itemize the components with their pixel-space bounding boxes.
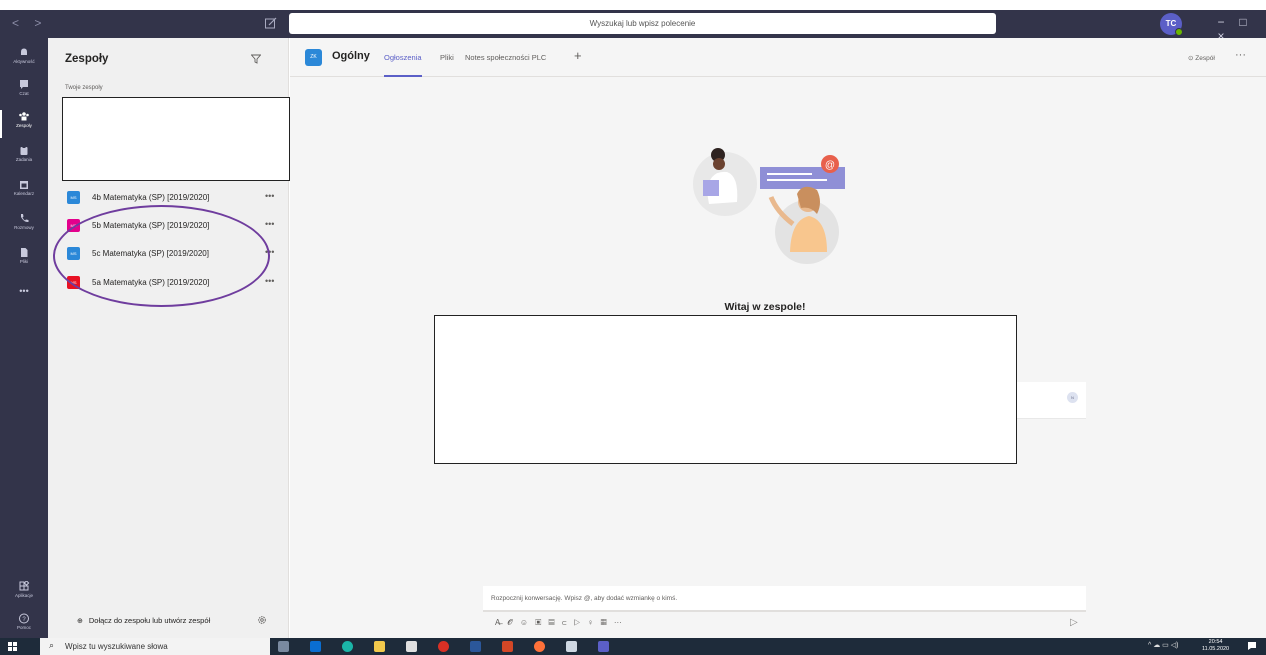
- channel-content: @ Witaj w zespole! N Rozpocznij konwersa…: [290, 77, 1266, 638]
- bell-icon: [21, 48, 27, 56]
- clock-time: 20:54: [1208, 639, 1223, 645]
- join-label: Dołącz do zespołu lub utwórz zespół: [88, 616, 211, 625]
- rail-label: Aktywność: [13, 59, 35, 64]
- rail-label: Kalendarz: [13, 191, 35, 196]
- tab-posts[interactable]: Ogłoszenia: [384, 53, 422, 77]
- calendar-icon: [20, 181, 28, 189]
- channel-more-button[interactable]: ···: [1235, 49, 1246, 61]
- assignments-icon: [20, 146, 28, 155]
- add-tab-button[interactable]: +: [574, 48, 582, 63]
- apps-icon: [19, 581, 30, 591]
- system-tray[interactable]: ^ ☁ ▭ ◁): [1148, 641, 1178, 649]
- rail-label: Aplikacje: [14, 593, 33, 598]
- maximize-button[interactable]: □: [1232, 15, 1254, 29]
- taskbar-search-placeholder: Wpisz tu wyszukiwane słowa: [65, 642, 168, 651]
- search-icon: ⌕: [49, 640, 55, 650]
- phone-icon: [21, 214, 29, 223]
- task-view-icon[interactable]: [278, 641, 289, 652]
- gear-icon[interactable]: [257, 615, 267, 625]
- rail-item-teams[interactable]: Zespoły: [0, 108, 48, 142]
- rail-label: Czat: [19, 91, 29, 96]
- snipping-tool-icon[interactable]: [566, 641, 577, 652]
- rail-item-chat[interactable]: Czat: [0, 76, 48, 110]
- post-avatar: N: [1067, 392, 1078, 403]
- word-icon[interactable]: [470, 641, 481, 652]
- compose-toolbar[interactable]: A̶ 𝓞 ☺ ▣ ▤ ⊂ ▷ ♀ ▦ ···: [495, 618, 622, 628]
- windows-taskbar: ⌕ Wpisz tu wyszukiwane słowa ^ ☁ ▭ ◁) 20…: [0, 638, 1266, 655]
- team-more-button[interactable]: •••: [265, 219, 274, 229]
- send-button[interactable]: ▷: [1070, 617, 1078, 628]
- windows-start-icon[interactable]: [8, 642, 17, 651]
- teams-taskbar-icon[interactable]: [598, 641, 609, 652]
- search-input[interactable]: Wyszukaj lub wpisz polecenie: [289, 13, 996, 34]
- rail-label: Zadania: [15, 157, 33, 162]
- tab-notebook[interactable]: Notes społeczności PLC: [465, 53, 546, 62]
- rail-item-calendar[interactable]: Kalendarz: [0, 176, 48, 210]
- app-rail: Aktywność Czat Zespoły Zadania Kalendarz…: [0, 38, 48, 638]
- welcome-heading: Witaj w zespole!: [724, 301, 806, 313]
- rail-item-apps[interactable]: Aplikacje: [0, 578, 48, 612]
- rail-label: Zespoły: [16, 123, 32, 128]
- outlook-icon[interactable]: [310, 641, 321, 652]
- rail-item-calls[interactable]: Rozmowy: [0, 210, 48, 244]
- teams-icon: [19, 112, 29, 121]
- chat-icon: [20, 80, 28, 89]
- avatar[interactable]: TC: [1160, 13, 1183, 36]
- compose-placeholder: Rozpocznij konwersację. Wpisz @, aby dod…: [491, 595, 678, 602]
- rail-label: Pomoc: [16, 625, 31, 630]
- add-team-icon: ⊕: [77, 618, 83, 625]
- minimize-button[interactable]: −: [1210, 15, 1232, 29]
- teams-window: < > Wyszukaj lub wpisz polecenie TC − □× …: [0, 0, 1266, 655]
- files-icon: [21, 248, 28, 257]
- redacted-area: [62, 97, 290, 181]
- channel-name: Ogólny: [332, 50, 370, 62]
- team-badge: MS: [67, 191, 80, 204]
- notifications-icon[interactable]: [1247, 641, 1257, 651]
- filter-icon[interactable]: [251, 54, 261, 64]
- team-name: 4b Matematyka (SP) [2019/2020]: [92, 193, 210, 202]
- post-card: N: [1017, 382, 1086, 419]
- compose-box[interactable]: Rozpocznij konwersację. Wpisz @, aby dod…: [483, 586, 1086, 612]
- panel-title: Zespoły: [65, 53, 109, 65]
- welcome-illustration: @: [693, 148, 845, 264]
- channel-team-badge: ZK: [305, 49, 322, 66]
- svg-text:?: ?: [22, 617, 26, 623]
- team-item[interactable]: MS 4b Matematyka (SP) [2019/2020] •••: [67, 190, 287, 206]
- rail-label: Rozmowy: [14, 225, 34, 230]
- team-more-button[interactable]: •••: [265, 191, 274, 201]
- back-forward-nav[interactable]: < >: [12, 16, 47, 30]
- edge-icon[interactable]: [342, 641, 353, 652]
- channel-header: ZK Ogólny Ogłoszenia Pliki Notes społecz…: [290, 38, 1266, 77]
- rail-item-files[interactable]: Pliki: [0, 244, 48, 278]
- taskbar-clock[interactable]: 20:54 11.05.2020: [1202, 639, 1229, 653]
- clock-date: 11.05.2020: [1202, 646, 1230, 652]
- highlight-circle: [53, 205, 270, 307]
- svg-text:@: @: [825, 160, 835, 171]
- help-icon: ?: [19, 613, 29, 624]
- file-explorer-icon[interactable]: [374, 641, 385, 652]
- join-or-create-team-button[interactable]: ⊕ Dołącz do zespołu lub utwórz zespół: [77, 616, 210, 625]
- team-info-button[interactable]: ⊙ Zespół: [1188, 54, 1215, 62]
- presence-indicator: [1175, 28, 1183, 36]
- rail-item-activity[interactable]: Aktywność: [0, 44, 48, 78]
- team-more-button[interactable]: •••: [265, 276, 274, 286]
- firefox-icon[interactable]: [534, 641, 545, 652]
- store-icon[interactable]: [406, 641, 417, 652]
- tab-files[interactable]: Pliki: [440, 53, 454, 62]
- taskbar-search-input[interactable]: ⌕ Wpisz tu wyszukiwane słowa: [40, 638, 270, 655]
- new-chat-icon[interactable]: [264, 16, 278, 30]
- title-bar: < > Wyszukaj lub wpisz polecenie TC − □×: [0, 10, 1266, 43]
- rail-more-button[interactable]: •••: [0, 286, 48, 320]
- opera-icon[interactable]: [438, 641, 449, 652]
- avatar-initials: TC: [1165, 19, 1177, 28]
- rail-label: Pliki: [19, 259, 29, 264]
- redacted-area: [434, 315, 1017, 464]
- powerpoint-icon[interactable]: [502, 641, 513, 652]
- teams-panel: Zespoły Twoje zespoły MS 4b Matematyka (…: [48, 38, 290, 638]
- section-label: Twoje zespoły: [65, 85, 103, 91]
- rail-item-assignments[interactable]: Zadania: [0, 142, 48, 176]
